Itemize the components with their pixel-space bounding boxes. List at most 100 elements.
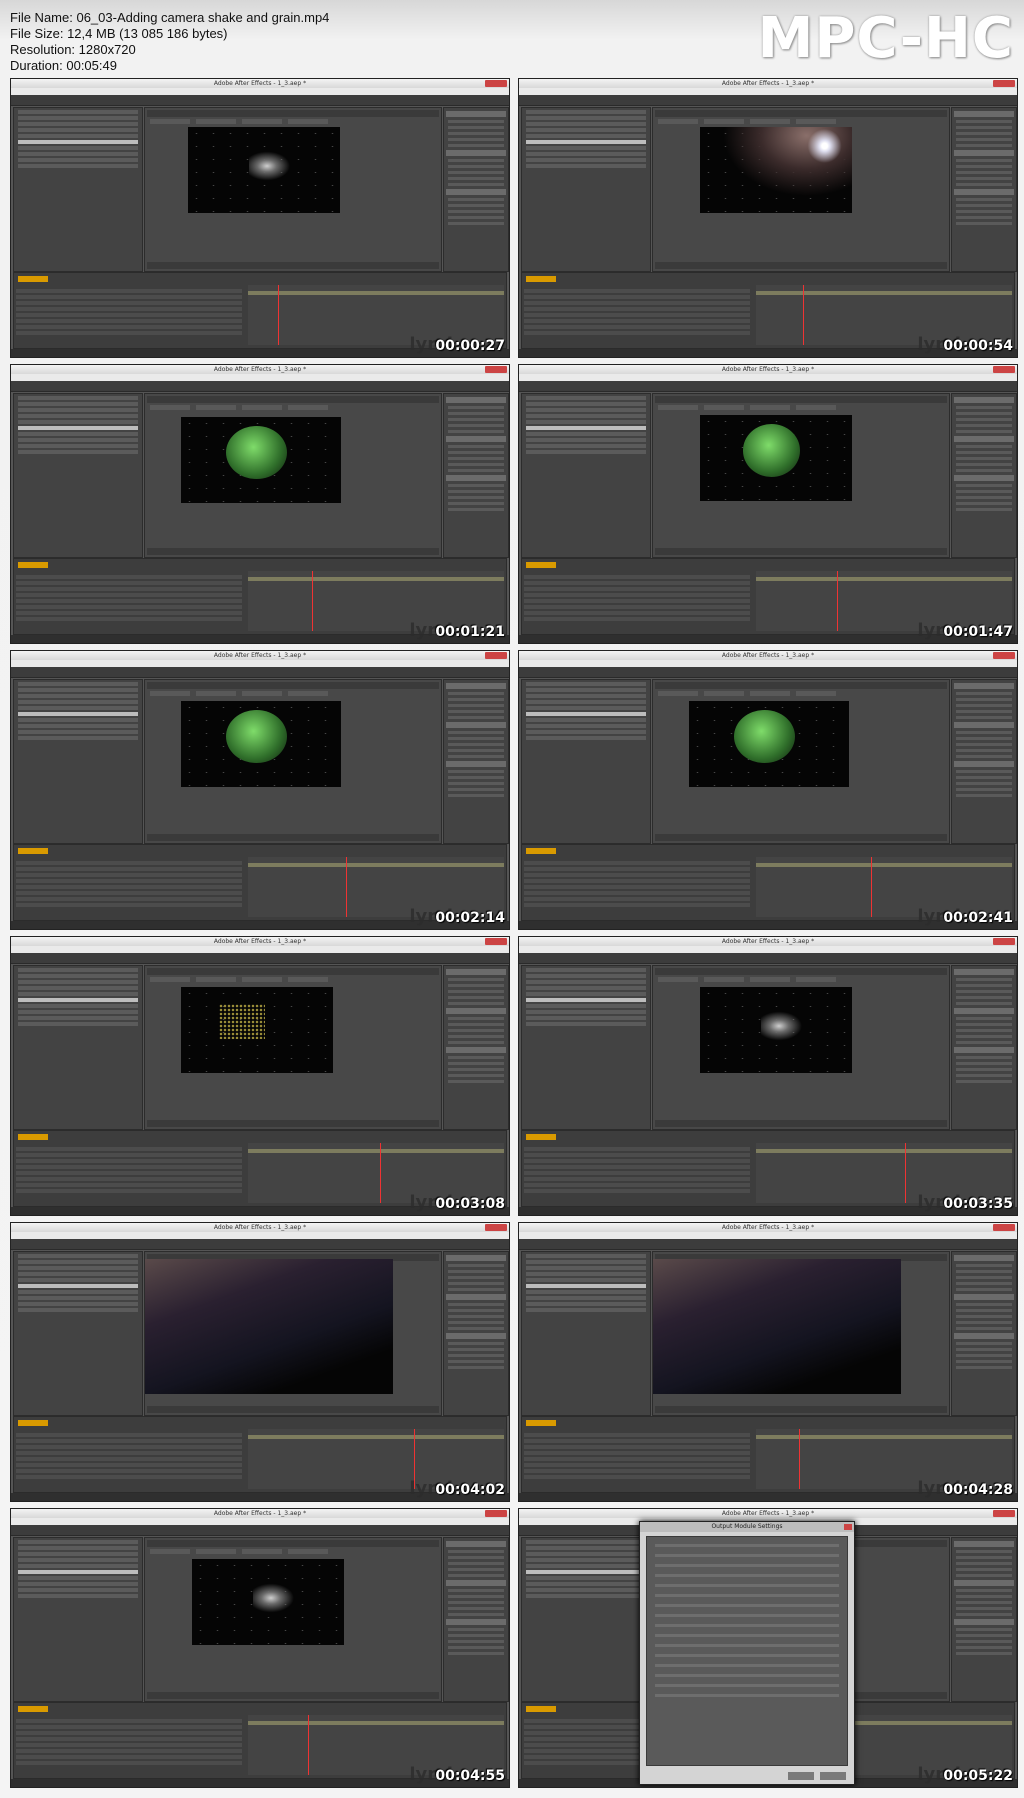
layer-row[interactable] xyxy=(16,581,242,585)
layer-row[interactable] xyxy=(16,1165,242,1169)
project-item[interactable] xyxy=(526,158,646,162)
layer-row[interactable] xyxy=(524,1189,750,1193)
project-item[interactable] xyxy=(526,980,646,984)
project-item[interactable] xyxy=(18,974,138,978)
project-item[interactable] xyxy=(526,730,646,734)
layer-row[interactable] xyxy=(524,617,750,621)
project-item[interactable] xyxy=(18,1564,138,1568)
project-item[interactable] xyxy=(18,1570,138,1574)
layer-row[interactable] xyxy=(16,1731,242,1735)
dialog-setting-row[interactable] xyxy=(655,1544,839,1547)
window-close-icon[interactable] xyxy=(485,652,507,659)
project-item[interactable] xyxy=(18,1272,138,1276)
cancel-button[interactable] xyxy=(820,1772,846,1780)
project-item[interactable] xyxy=(526,688,646,692)
layer-row[interactable] xyxy=(524,1439,750,1443)
project-item[interactable] xyxy=(18,706,138,710)
project-item[interactable] xyxy=(526,700,646,704)
project-item[interactable] xyxy=(18,438,138,442)
project-item[interactable] xyxy=(526,1266,646,1270)
playhead[interactable] xyxy=(308,1715,309,1775)
project-item[interactable] xyxy=(18,450,138,454)
project-item[interactable] xyxy=(526,432,646,436)
project-item[interactable] xyxy=(18,116,138,120)
project-item[interactable] xyxy=(526,1308,646,1312)
video-thumbnail[interactable]: Adobe After Effects - 1_3.aep * lynd 00:02… xyxy=(10,650,510,930)
dialog-setting-row[interactable] xyxy=(655,1554,839,1557)
dialog-setting-row[interactable] xyxy=(655,1634,839,1637)
layer-row[interactable] xyxy=(16,873,242,877)
dialog-close-icon[interactable] xyxy=(844,1524,852,1530)
layer-row[interactable] xyxy=(524,301,750,305)
layer-row[interactable] xyxy=(16,1445,242,1449)
project-item[interactable] xyxy=(526,134,646,138)
project-item[interactable] xyxy=(526,164,646,168)
layer-row[interactable] xyxy=(524,1445,750,1449)
project-item[interactable] xyxy=(18,724,138,728)
layer-row[interactable] xyxy=(16,1725,242,1729)
playhead[interactable] xyxy=(278,285,279,345)
layer-row[interactable] xyxy=(16,1147,242,1151)
project-item[interactable] xyxy=(18,414,138,418)
layer-row[interactable] xyxy=(524,599,750,603)
window-close-icon[interactable] xyxy=(993,366,1015,373)
playhead[interactable] xyxy=(837,571,838,631)
layer-row[interactable] xyxy=(16,313,242,317)
project-item[interactable] xyxy=(526,724,646,728)
layer-row[interactable] xyxy=(16,903,242,907)
project-item[interactable] xyxy=(18,998,138,1002)
project-item[interactable] xyxy=(18,408,138,412)
project-item[interactable] xyxy=(18,736,138,740)
project-item[interactable] xyxy=(18,694,138,698)
playhead[interactable] xyxy=(799,1429,800,1489)
project-item[interactable] xyxy=(18,128,138,132)
project-item[interactable] xyxy=(526,426,646,430)
video-thumbnail[interactable]: Adobe After Effects - 1_3.aep * lynd 00:04… xyxy=(10,1508,510,1788)
project-item[interactable] xyxy=(526,1004,646,1008)
layer-row[interactable] xyxy=(524,1451,750,1455)
project-item[interactable] xyxy=(18,152,138,156)
project-item[interactable] xyxy=(526,1010,646,1014)
project-item[interactable] xyxy=(18,700,138,704)
project-item[interactable] xyxy=(526,1272,646,1276)
layer-row[interactable] xyxy=(16,605,242,609)
project-item[interactable] xyxy=(526,1546,646,1550)
project-item[interactable] xyxy=(18,420,138,424)
dialog-setting-row[interactable] xyxy=(655,1664,839,1667)
window-close-icon[interactable] xyxy=(993,1510,1015,1517)
project-item[interactable] xyxy=(526,1552,646,1556)
project-item[interactable] xyxy=(18,968,138,972)
layer-row[interactable] xyxy=(16,295,242,299)
project-item[interactable] xyxy=(18,1254,138,1258)
project-item[interactable] xyxy=(18,1022,138,1026)
layer-row[interactable] xyxy=(16,325,242,329)
project-item[interactable] xyxy=(526,1576,646,1580)
layer-row[interactable] xyxy=(16,885,242,889)
layer-row[interactable] xyxy=(16,319,242,323)
project-item[interactable] xyxy=(526,402,646,406)
project-item[interactable] xyxy=(18,1576,138,1580)
layer-row[interactable] xyxy=(524,1147,750,1151)
project-item[interactable] xyxy=(18,1594,138,1598)
project-item[interactable] xyxy=(18,1266,138,1270)
dialog-setting-row[interactable] xyxy=(655,1654,839,1657)
video-thumbnail[interactable]: Adobe After Effects - 1_3.aep * Output Mo… xyxy=(518,1508,1018,1788)
layer-row[interactable] xyxy=(524,289,750,293)
project-item[interactable] xyxy=(18,1290,138,1294)
layer-row[interactable] xyxy=(524,1159,750,1163)
project-item[interactable] xyxy=(526,1570,646,1574)
project-item[interactable] xyxy=(526,1254,646,1258)
project-item[interactable] xyxy=(526,1564,646,1568)
project-item[interactable] xyxy=(526,146,646,150)
layer-row[interactable] xyxy=(16,1159,242,1163)
dialog-setting-row[interactable] xyxy=(655,1694,839,1697)
project-item[interactable] xyxy=(18,1302,138,1306)
layer-row[interactable] xyxy=(16,1171,242,1175)
project-item[interactable] xyxy=(18,122,138,126)
layer-row[interactable] xyxy=(524,605,750,609)
project-item[interactable] xyxy=(18,1588,138,1592)
project-item[interactable] xyxy=(526,1284,646,1288)
layer-row[interactable] xyxy=(524,1153,750,1157)
project-item[interactable] xyxy=(18,396,138,400)
layer-row[interactable] xyxy=(524,331,750,335)
